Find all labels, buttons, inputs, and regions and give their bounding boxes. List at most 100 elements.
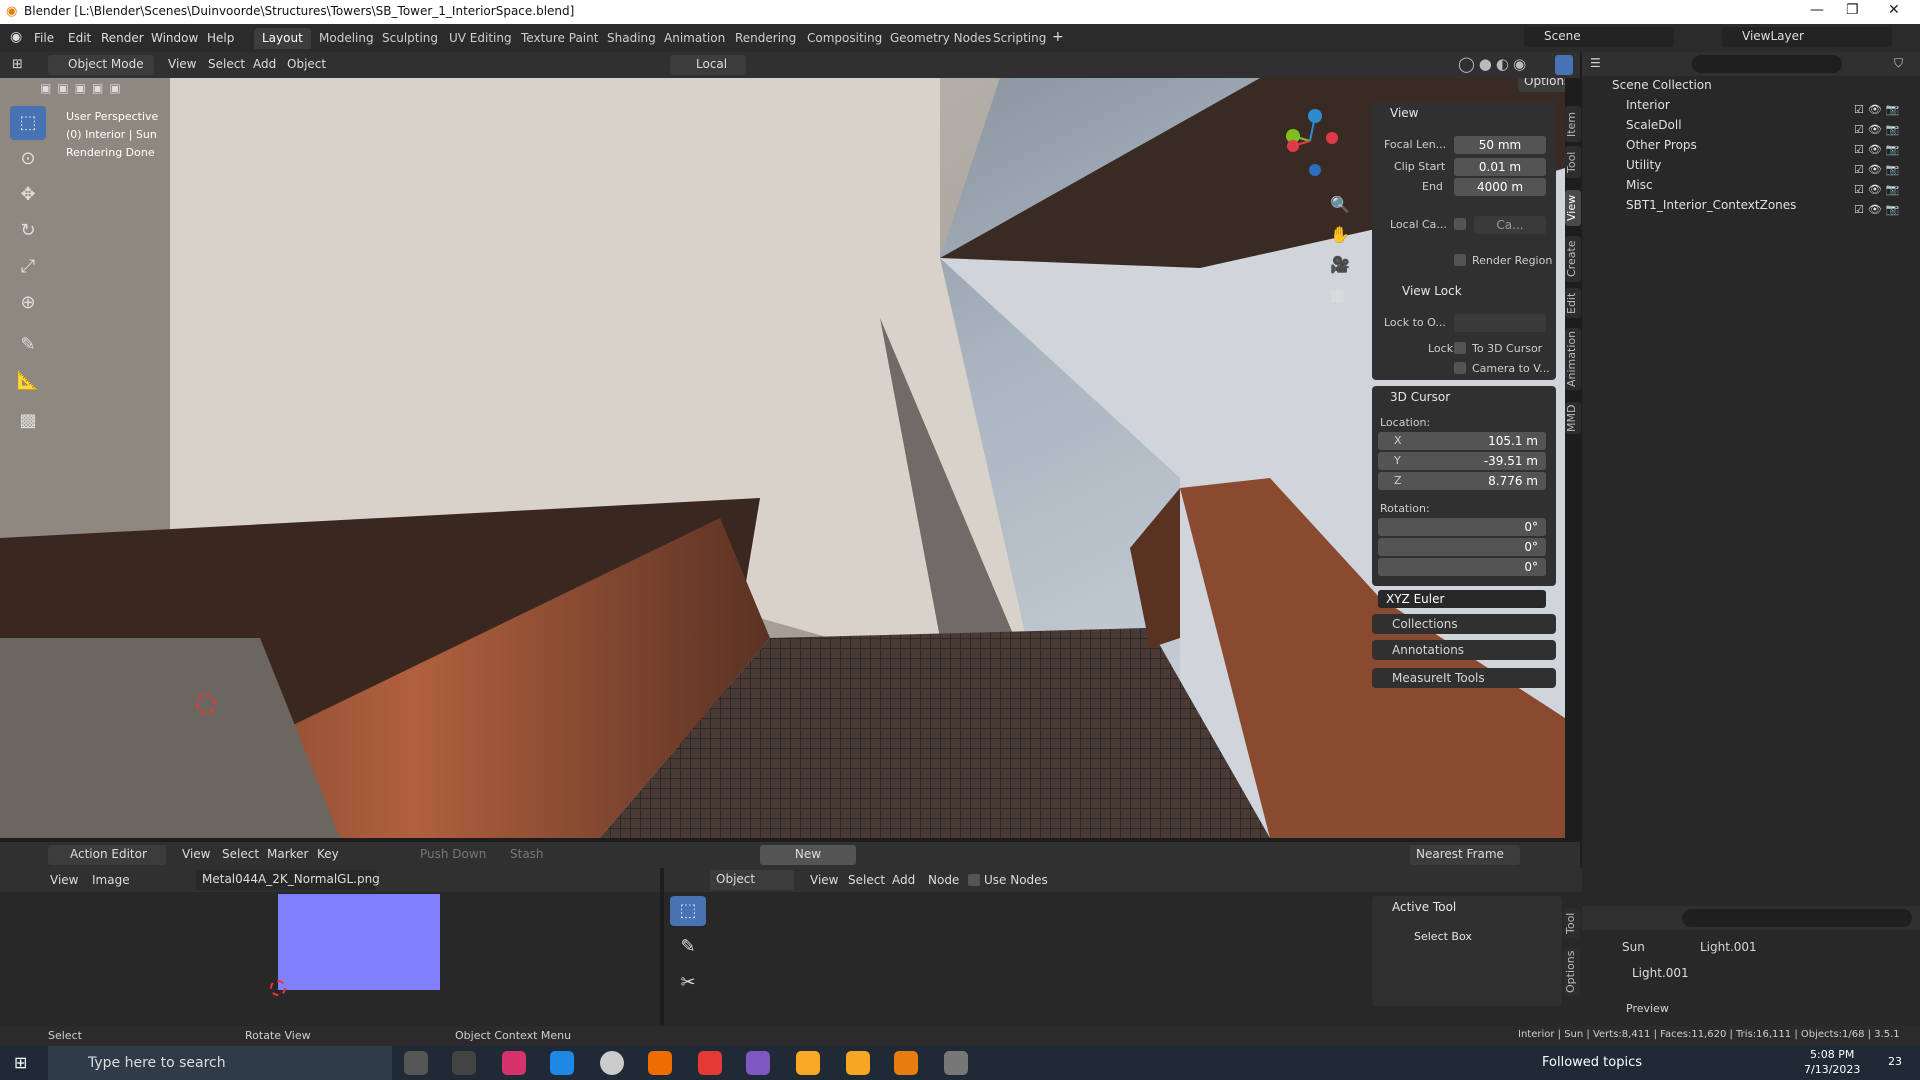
lock-to-object-field[interactable] [1454, 314, 1546, 332]
transform-orientation-dropdown[interactable]: Local [670, 55, 746, 75]
firefox-icon[interactable] [648, 1051, 672, 1075]
vp-menu-add[interactable]: Add [253, 57, 276, 71]
clock-date[interactable]: 7/13/2023 [1804, 1063, 1860, 1076]
view-lock-title[interactable]: View Lock [1402, 284, 1462, 298]
menu-file[interactable]: File [34, 31, 54, 45]
outliner-type-icon[interactable]: ☰ [1590, 56, 1601, 70]
tab-geometry-nodes[interactable]: Geometry Nodes [882, 28, 999, 49]
discord-icon[interactable] [746, 1051, 770, 1075]
tab-animation-side[interactable]: Animation [1565, 328, 1581, 390]
add-workspace-icon[interactable]: + [1052, 29, 1064, 45]
pan-hand-icon[interactable]: ✋ [1330, 220, 1350, 250]
vp-menu-view[interactable]: View [168, 57, 196, 71]
options-dropdown[interactable]: Options [1518, 78, 1565, 92]
ortho-grid-icon[interactable]: ▦ [1330, 280, 1350, 310]
windows-start-icon[interactable]: ⊞ [14, 1053, 27, 1072]
gimp-icon[interactable] [944, 1051, 968, 1075]
file-explorer-icon[interactable] [796, 1051, 820, 1075]
node-cut-links-icon[interactable]: ✂ [670, 968, 706, 998]
pause-render-icon[interactable] [1555, 55, 1573, 75]
vivaldi-icon[interactable] [698, 1051, 722, 1075]
task-view-icon[interactable] [452, 1051, 476, 1075]
measureit-panel[interactable]: MeasureIt Tools [1372, 668, 1556, 688]
rotation-mode-dropdown[interactable]: XYZ Euler [1378, 590, 1546, 608]
uv-cursor-icon[interactable] [270, 980, 286, 996]
cursor-rotation-y[interactable]: 0° [1378, 538, 1546, 556]
select-mode-icons[interactable]: ▣▣▣▣▣ [40, 81, 140, 99]
tab-scripting[interactable]: Scripting [985, 28, 1054, 49]
node-tab-tool[interactable]: Tool [1564, 908, 1580, 938]
cursor-rotation-z[interactable]: 0° [1378, 558, 1546, 576]
tab-sculpting[interactable]: Sculpting [374, 28, 446, 49]
preview-panel-title[interactable]: Preview [1626, 1002, 1669, 1015]
node-annotate-tool-icon[interactable]: ✎ [670, 932, 706, 962]
active-tool-title[interactable]: Active Tool [1392, 900, 1456, 914]
tab-shading[interactable]: Shading [599, 28, 664, 49]
mode-dropdown[interactable]: Object Mode [48, 55, 154, 75]
editor-type-icon[interactable]: ⊞ [12, 57, 23, 72]
scene-selector[interactable]: Scene [1524, 27, 1674, 47]
snapping-dropdown[interactable]: Nearest Frame [1410, 845, 1520, 865]
dope-menu-marker[interactable]: Marker [267, 847, 308, 861]
node-type-dropdown[interactable]: Object [710, 870, 794, 890]
action-editor-mode[interactable]: Action Editor [48, 845, 166, 865]
transform-tool-icon[interactable]: ⊕ [10, 286, 46, 320]
instagram-icon[interactable] [502, 1051, 526, 1075]
image-selector[interactable]: Metal044A_2K_NormalGL.png [196, 870, 380, 890]
annotations-panel[interactable]: Annotations [1372, 640, 1556, 660]
view-panel-title[interactable]: View [1390, 106, 1418, 120]
annotate-tool-icon[interactable]: ✎ [10, 328, 46, 362]
push-down-button[interactable]: Push Down [420, 847, 486, 861]
cursor-rotation-x[interactable]: 0° [1378, 518, 1546, 536]
img-menu-view[interactable]: View [50, 873, 78, 887]
stash-button[interactable]: Stash [510, 847, 544, 861]
tab-view[interactable]: View [1565, 190, 1581, 226]
tab-compositing[interactable]: Compositing [799, 28, 890, 49]
cortana-icon[interactable] [404, 1051, 428, 1075]
menu-window[interactable]: Window [151, 31, 198, 45]
lock-to-cursor-checkbox[interactable] [1454, 342, 1466, 354]
tab-create[interactable]: Create [1565, 236, 1581, 282]
edge-icon[interactable] [550, 1051, 574, 1075]
tab-edit[interactable]: Edit [1565, 288, 1581, 318]
scale-tool-icon[interactable]: ⤢ [10, 250, 46, 284]
tab-mmd[interactable]: MMD [1565, 402, 1581, 434]
rotate-tool-icon[interactable]: ↻ [10, 214, 46, 248]
select-box-tool-icon[interactable]: ⬚ [10, 106, 46, 140]
properties-search-input[interactable] [1682, 909, 1912, 927]
dope-menu-view[interactable]: View [182, 847, 210, 861]
menu-render[interactable]: Render [101, 31, 144, 45]
node-menu-select[interactable]: Select [848, 873, 885, 887]
restore-icon[interactable]: ❐ [1846, 2, 1859, 18]
tab-item[interactable]: Item [1565, 106, 1581, 142]
tab-animation[interactable]: Animation [656, 28, 733, 49]
tab-rendering[interactable]: Rendering [727, 28, 804, 49]
vp-menu-object[interactable]: Object [287, 57, 326, 71]
measure-tool-icon[interactable]: 📐 [10, 364, 46, 398]
visibility-toggles[interactable]: ☑👁📷 ☑👁📷 ☑👁📷 ☑👁📷 ☑👁📷 ☑👁📷 [1854, 100, 1904, 220]
tab-uv-editing[interactable]: UV Editing [441, 28, 520, 49]
render-region-checkbox[interactable] [1454, 254, 1466, 266]
node-select-tool-icon[interactable]: ⬚ [670, 896, 706, 926]
cursor-location-y[interactable]: -39.51 m [1378, 452, 1546, 470]
light-data-name-field[interactable]: Light.001 [1626, 964, 1846, 984]
focal-length-field[interactable]: 50 mm [1454, 136, 1546, 154]
tab-texture-paint[interactable]: Texture Paint [513, 28, 606, 49]
cursor-location-z[interactable]: 8.776 m [1378, 472, 1546, 490]
move-tool-icon[interactable]: ✥ [10, 178, 46, 212]
cursor-tool-icon[interactable]: ⊙ [10, 142, 46, 176]
zoom-icon[interactable]: 🔍 [1330, 190, 1350, 220]
new-action-button[interactable]: New [760, 845, 856, 865]
use-nodes-checkbox[interactable] [968, 874, 980, 886]
vp-menu-select[interactable]: Select [208, 57, 245, 71]
local-camera-checkbox[interactable] [1454, 218, 1466, 230]
cursor-location-x[interactable]: 105.1 m [1378, 432, 1546, 450]
blender-menu-icon[interactable]: ◉ [10, 29, 22, 45]
clip-end-field[interactable]: 4000 m [1454, 178, 1546, 196]
3d-cursor-title[interactable]: 3D Cursor [1390, 390, 1450, 404]
image-canvas[interactable] [278, 894, 440, 990]
node-tab-options[interactable]: Options [1564, 948, 1580, 996]
tab-modeling[interactable]: Modeling [311, 28, 382, 49]
unity-hub-icon[interactable] [846, 1051, 870, 1075]
node-menu-node[interactable]: Node [928, 873, 959, 887]
